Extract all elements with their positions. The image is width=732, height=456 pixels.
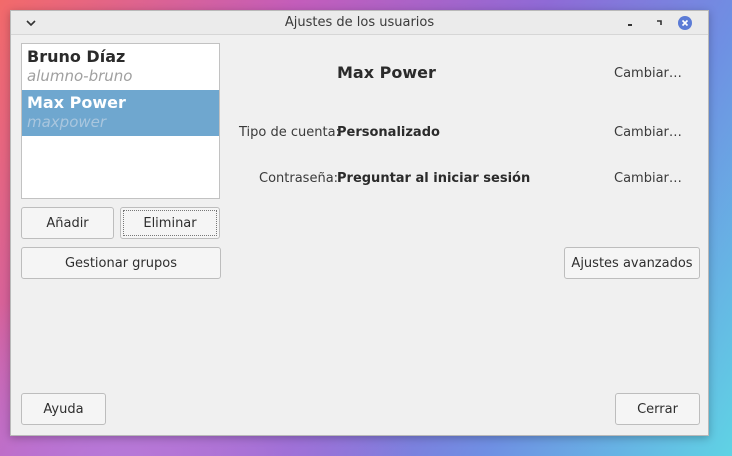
add-user-button[interactable]: Añadir <box>21 207 114 239</box>
change-password-link[interactable]: Cambiar… <box>614 171 682 186</box>
title-bar[interactable]: Ajustes de los usuarios <box>11 11 708 35</box>
account-type-label: Tipo de cuenta: <box>239 125 340 140</box>
users-settings-window: Ajustes de los usuarios Bruno Díaz alumn… <box>10 10 709 436</box>
password-value: Preguntar al iniciar sesión <box>337 171 531 186</box>
change-account-type-link[interactable]: Cambiar… <box>614 125 682 140</box>
user-login: maxpower <box>27 113 107 131</box>
selected-user-name: Max Power <box>337 63 436 82</box>
advanced-settings-button[interactable]: Ajustes avanzados <box>564 247 700 279</box>
maximize-icon[interactable] <box>651 15 667 31</box>
close-icon[interactable] <box>677 15 693 31</box>
user-list-item-bruno[interactable]: Bruno Díaz alumno-bruno <box>22 44 219 90</box>
change-name-link[interactable]: Cambiar… <box>614 66 682 81</box>
user-list[interactable]: Bruno Díaz alumno-bruno Max Power maxpow… <box>21 43 220 199</box>
user-name: Bruno Díaz <box>27 47 126 66</box>
help-button[interactable]: Ayuda <box>21 393 106 425</box>
close-button[interactable]: Cerrar <box>615 393 700 425</box>
window-title: Ajustes de los usuarios <box>284 15 435 30</box>
minimize-icon[interactable] <box>623 15 639 31</box>
manage-groups-button[interactable]: Gestionar grupos <box>21 247 221 279</box>
user-list-item-max[interactable]: Max Power maxpower <box>22 90 219 136</box>
remove-user-button[interactable]: Eliminar <box>120 207 220 239</box>
user-name: Max Power <box>27 93 126 112</box>
account-type-value: Personalizado <box>337 125 440 140</box>
password-label: Contraseña: <box>259 171 339 186</box>
user-login: alumno-bruno <box>27 67 133 85</box>
